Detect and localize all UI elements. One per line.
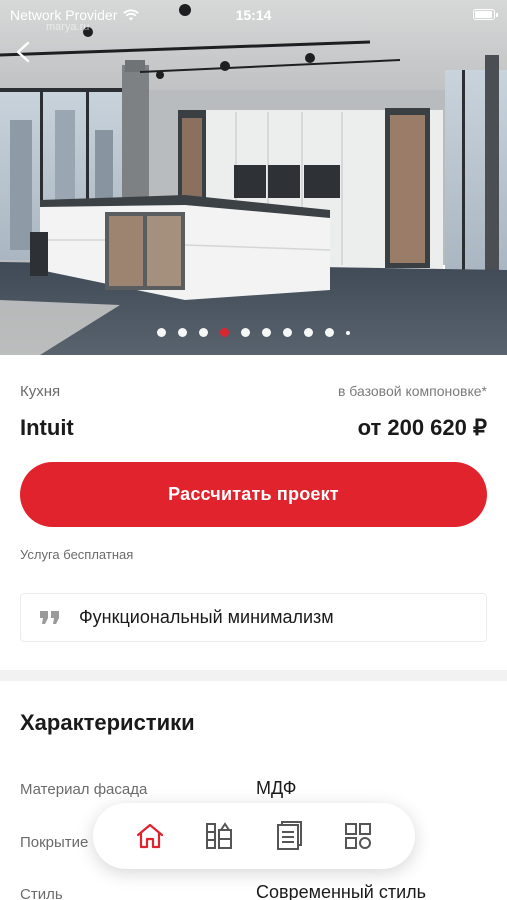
tab-home[interactable] — [128, 814, 172, 858]
hero-image[interactable]: Network Provider 15:14 marya.ru — [0, 0, 507, 355]
specs-title: Характеристики — [20, 710, 195, 735]
carousel-dot[interactable] — [157, 328, 166, 337]
document-icon — [276, 821, 302, 850]
spec-value: Современный стиль — [256, 882, 427, 900]
product-name: Intuit — [20, 415, 74, 440]
spec-label: Покрытие — [20, 834, 89, 851]
section-divider — [0, 670, 507, 681]
quote-icon — [21, 610, 79, 625]
free-service-note: Услуга бесплатная — [20, 547, 134, 562]
back-button[interactable] — [6, 34, 42, 70]
catalog-icon — [206, 822, 233, 849]
carousel-pagination[interactable] — [0, 328, 507, 337]
carousel-dot[interactable] — [241, 328, 250, 337]
carousel-dot[interactable] — [262, 328, 271, 337]
slogan-card: Функциональный минимализм — [20, 593, 487, 642]
kitchen-photo — [0, 0, 507, 355]
tab-catalog[interactable] — [197, 814, 241, 858]
bottom-tab-bar — [93, 803, 415, 869]
carousel-dot[interactable] — [325, 328, 334, 337]
tab-more[interactable] — [336, 814, 380, 858]
calculate-project-button[interactable]: Рассчитать проект — [20, 462, 487, 527]
chevron-left-icon — [16, 41, 30, 63]
product-info: Кухня в базовой компоновке* Intuit от 20… — [20, 383, 487, 441]
carousel-dot[interactable] — [199, 328, 208, 337]
home-icon — [136, 823, 163, 849]
spec-label: Материал фасада — [20, 781, 148, 798]
watermark: marya.ru — [46, 21, 90, 33]
tab-documents[interactable] — [267, 814, 311, 858]
carousel-dot[interactable] — [346, 330, 350, 335]
battery-level — [475, 11, 492, 18]
spec-label: Стиль — [20, 886, 63, 900]
carousel-dot[interactable] — [304, 328, 313, 337]
carousel-dot[interactable] — [178, 328, 187, 337]
carousel-dot[interactable] — [220, 328, 229, 337]
product-price: от 200 620 ₽ — [357, 415, 487, 440]
grid-icon — [345, 823, 372, 849]
spec-value: МДФ — [256, 778, 297, 798]
product-category: Кухня — [20, 383, 61, 400]
carousel-dot[interactable] — [283, 328, 292, 337]
base-layout-note: в базовой компоновке* — [337, 383, 487, 399]
battery-icon — [473, 9, 498, 20]
slogan-text: Функциональный минимализм — [79, 607, 334, 627]
